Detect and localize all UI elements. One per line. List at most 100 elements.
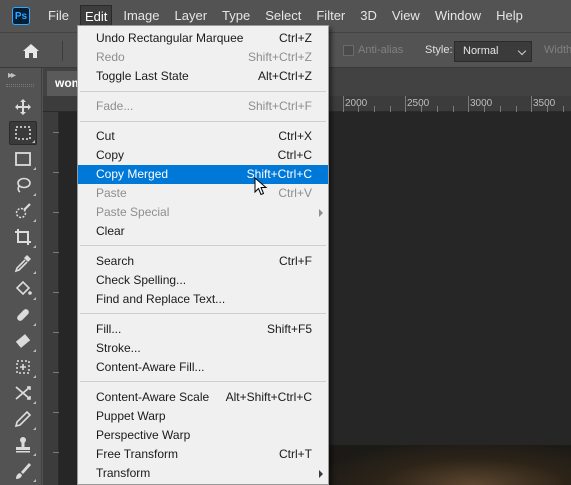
menu-file[interactable]: File [44, 5, 73, 27]
menu-item-label: Redo [96, 50, 125, 64]
menu-item-label: Perspective Warp [96, 428, 191, 442]
tool-submenu-indicator [33, 401, 36, 404]
menu-item-label: Check Spelling... [96, 273, 187, 287]
move-icon [15, 99, 31, 115]
tool-submenu-indicator [33, 245, 36, 248]
menu-item-label: Copy [96, 148, 125, 162]
menu-item-fade[interactable]: Fade... Shift+Ctrl+F [78, 97, 328, 116]
marquee-icon [15, 126, 31, 140]
menu-item-redo[interactable]: Redo Shift+Ctrl+Z [78, 48, 328, 67]
menu-item-puppet-warp[interactable]: Puppet Warp [78, 407, 328, 426]
rectangular-marquee-tool[interactable] [9, 121, 37, 145]
menu-item-shortcut: Shift+F5 [266, 322, 312, 336]
menu-item-label: Content-Aware Scale [96, 390, 210, 404]
menu-item-label: Search [96, 254, 135, 268]
menu-item-stroke[interactable]: Stroke... [78, 339, 328, 358]
menu-select[interactable]: Select [261, 5, 305, 27]
home-icon [23, 44, 39, 58]
menu-item-label: Find and Replace Text... [96, 292, 226, 306]
crop-tool[interactable] [9, 225, 37, 249]
antialias-option: Anti-alias [343, 44, 403, 56]
menu-item-find-replace[interactable]: Find and Replace Text... [78, 290, 328, 309]
menu-item-check-spelling[interactable]: Check Spelling... [78, 271, 328, 290]
frame-icon [15, 152, 31, 166]
submenu-arrow-icon [319, 209, 323, 217]
document-image [328, 445, 571, 485]
move-tool[interactable] [9, 95, 37, 119]
menu-item-shortcut: Alt+Ctrl+Z [257, 69, 312, 83]
menu-item-fill[interactable]: Fill... Shift+F5 [78, 320, 328, 339]
menu-item-content-aware-scale[interactable]: Content-Aware Scale Alt+Shift+Ctrl+C [78, 388, 328, 407]
menu-separator [80, 381, 326, 382]
pencil-icon [14, 410, 32, 428]
edit-dropdown-menu: Undo Rectangular Marquee Ctrl+Z Redo Shi… [77, 25, 329, 485]
frame-tool[interactable] [9, 147, 37, 171]
photoshop-logo-icon[interactable]: Ps [12, 7, 30, 25]
quick-selection-tool[interactable] [9, 199, 37, 223]
antialias-checkbox[interactable] [343, 44, 354, 56]
lasso-tool[interactable] [9, 173, 37, 197]
menu-image[interactable]: Image [119, 5, 163, 27]
menu-item-free-transform[interactable]: Free Transform Ctrl+T [78, 445, 328, 464]
menu-item-shortcut: Shift+Ctrl+Z [247, 50, 312, 64]
menu-item-paste[interactable]: Paste Ctrl+V [78, 184, 328, 203]
menu-separator [80, 313, 326, 314]
antialias-label: Anti-alias [358, 44, 404, 56]
menu-item-label: Clear [96, 224, 125, 238]
menu-item-clear[interactable]: Clear [78, 222, 328, 241]
menu-item-label: Free Transform [96, 447, 179, 461]
menu-item-undo[interactable]: Undo Rectangular Marquee Ctrl+Z [78, 29, 328, 48]
ruler-tick [405, 96, 406, 112]
menu-separator [80, 91, 326, 92]
quick-selection-icon [15, 203, 31, 219]
eraser-tool[interactable] [9, 329, 37, 353]
submenu-arrow-icon [319, 470, 323, 478]
menu-item-shortcut: Shift+Ctrl+F [247, 99, 312, 113]
menu-item-shortcut: Ctrl+V [278, 186, 312, 200]
style-dropdown[interactable]: Normal [454, 41, 532, 62]
panel-collapse-icon[interactable]: ▸▸ [8, 70, 16, 81]
menu-help[interactable]: Help [492, 5, 527, 27]
perspective-crop-tool[interactable] [9, 381, 37, 405]
spot-healing-brush-tool[interactable] [9, 303, 37, 327]
pencil-tool[interactable] [9, 407, 37, 431]
menu-item-shortcut: Ctrl+X [278, 129, 312, 143]
menu-type[interactable]: Type [218, 5, 254, 27]
menu-view[interactable]: View [388, 5, 424, 27]
ruler-label: 2500 [407, 98, 430, 109]
menu-item-content-aware-fill[interactable]: Content-Aware Fill... [78, 358, 328, 377]
menu-item-search[interactable]: Search Ctrl+F [78, 252, 328, 271]
tool-submenu-indicator [33, 453, 36, 456]
brush-icon [16, 463, 31, 479]
style-label: Style: [425, 44, 453, 56]
options-divider [62, 41, 63, 61]
menu-item-cut[interactable]: Cut Ctrl+X [78, 127, 328, 146]
menu-item-toggle-last-state[interactable]: Toggle Last State Alt+Ctrl+Z [78, 67, 328, 86]
menu-edit[interactable]: Edit [79, 5, 113, 27]
content-aware-move-icon [16, 360, 30, 374]
menu-item-label: Stroke... [96, 341, 141, 355]
menu-item-copy-merged[interactable]: Copy Merged Shift+Ctrl+C [78, 165, 328, 184]
menu-window[interactable]: Window [431, 5, 485, 27]
lasso-icon [17, 177, 31, 193]
menu-3d[interactable]: 3D [356, 5, 381, 27]
menu-item-transform[interactable]: Transform [78, 464, 328, 483]
paint-bucket-tool[interactable] [9, 277, 37, 301]
menu-item-copy[interactable]: Copy Ctrl+C [78, 146, 328, 165]
menu-layer[interactable]: Layer [171, 5, 212, 27]
panel-grip[interactable] [6, 84, 34, 87]
content-aware-move-tool[interactable] [9, 355, 37, 379]
menu-item-paste-special[interactable]: Paste Special [78, 203, 328, 222]
home-button[interactable] [14, 39, 48, 63]
eyedropper-tool[interactable] [9, 251, 37, 275]
brush-tool[interactable] [9, 459, 37, 483]
menu-item-label: Cut [96, 129, 115, 143]
tool-submenu-indicator [33, 375, 36, 378]
tool-submenu-indicator [33, 167, 36, 170]
menu-item-shortcut: Alt+Shift+Ctrl+C [225, 390, 312, 404]
menu-item-shortcut: Ctrl+C [277, 148, 312, 162]
ruler-label: 3500 [533, 98, 556, 109]
clone-stamp-tool[interactable] [9, 433, 37, 457]
menu-item-perspective-warp[interactable]: Perspective Warp [78, 426, 328, 445]
menu-filter[interactable]: Filter [312, 5, 349, 27]
